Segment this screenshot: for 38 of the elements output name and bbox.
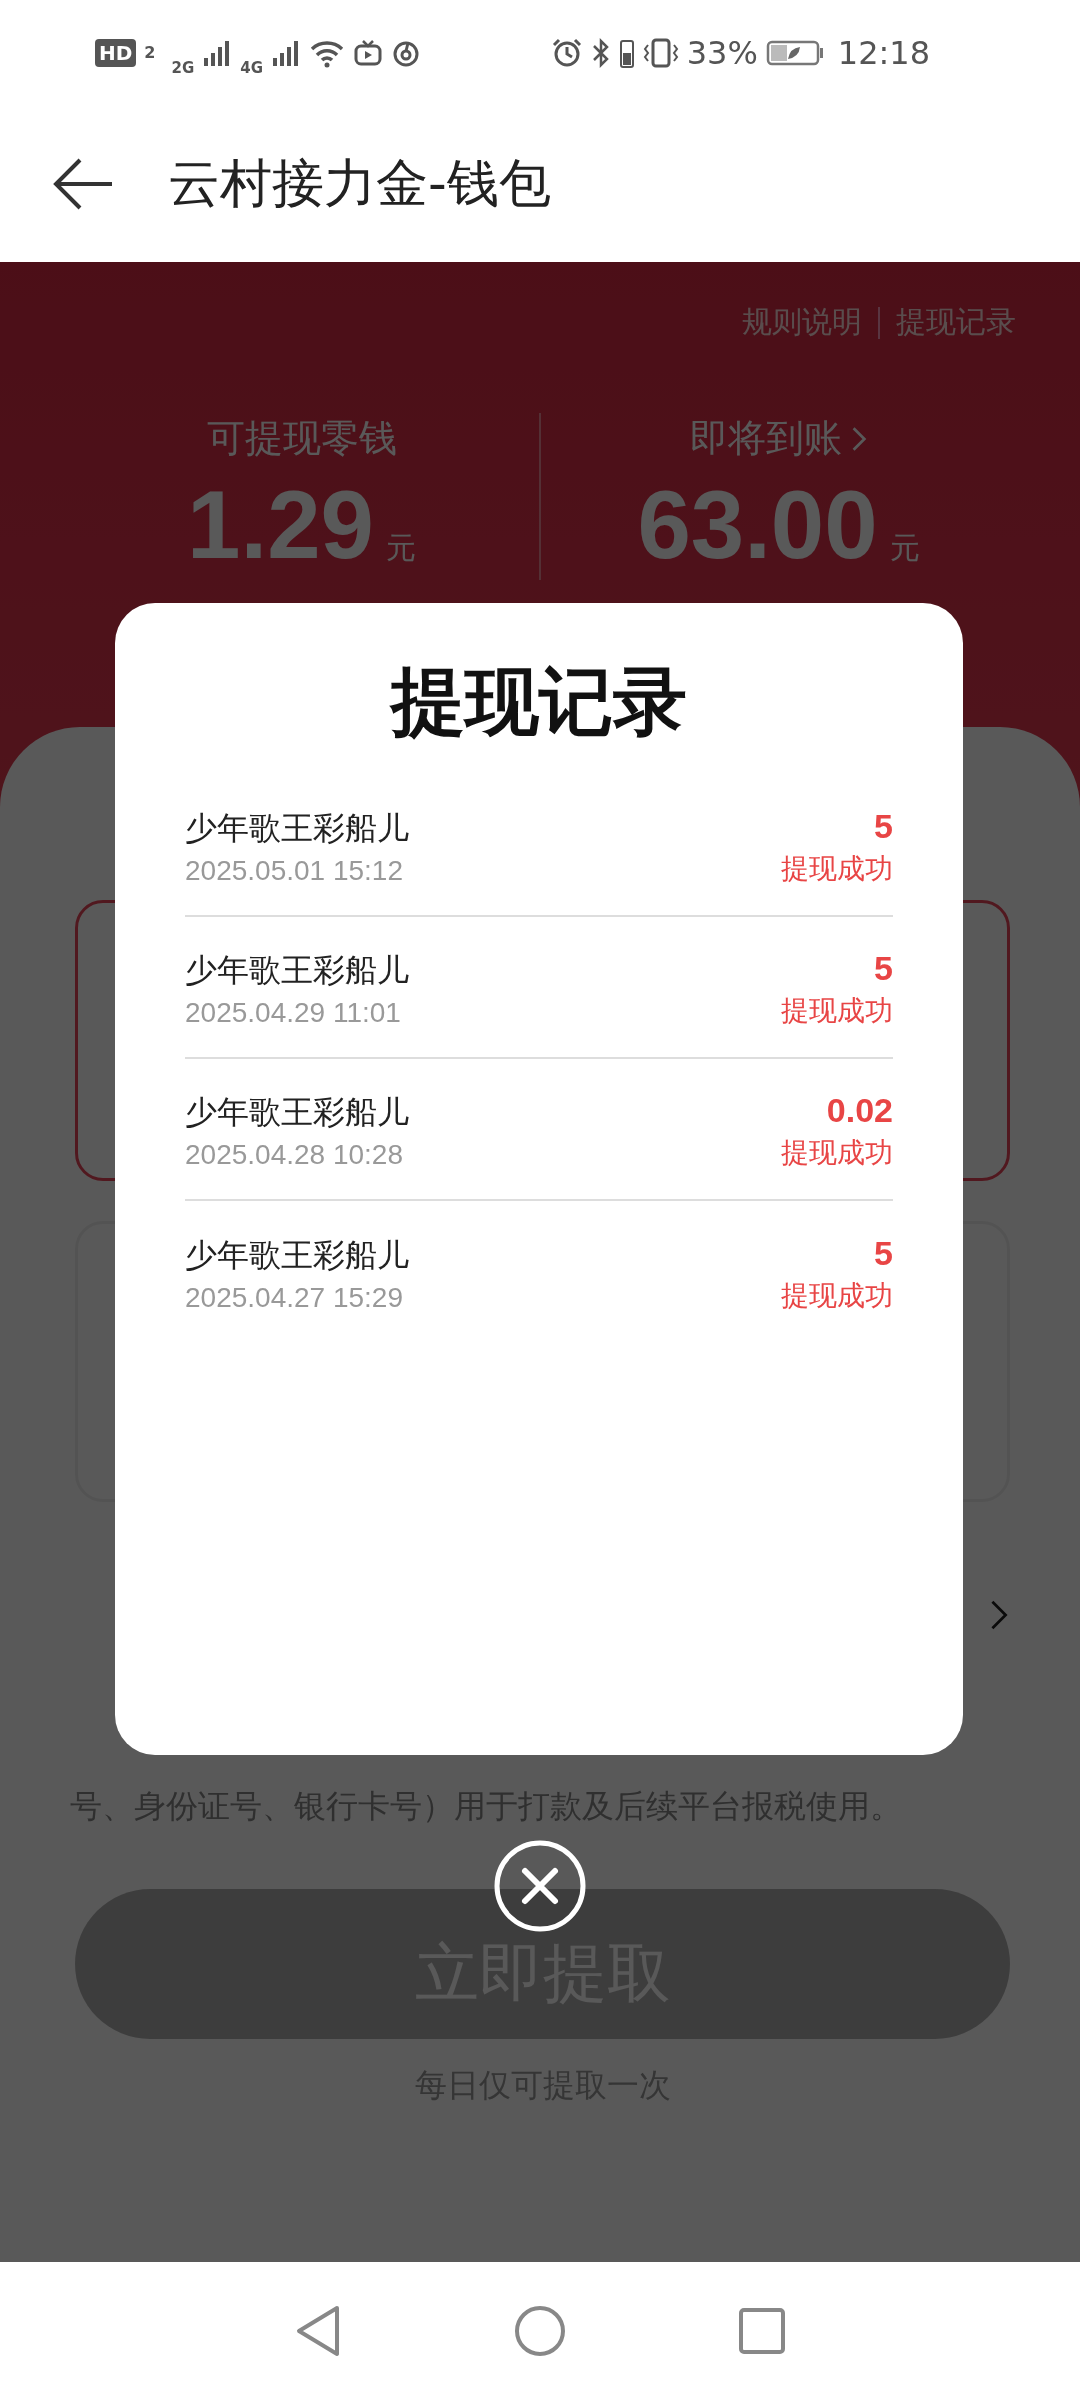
vibrate-icon — [642, 36, 679, 69]
hd-badge: HD — [95, 38, 137, 67]
record-name: 少年歌王彩船儿 — [185, 1235, 409, 1276]
record-time: 2025.04.28 10:28 — [185, 1139, 404, 1171]
record-time: 2025.05.01 15:12 — [185, 855, 404, 887]
record-status: 提现成功 — [781, 1277, 893, 1314]
alarm-icon — [550, 36, 583, 69]
record-time: 2025.04.27 15:29 — [185, 1282, 404, 1314]
network-label: 4G — [240, 58, 263, 77]
record-time: 2025.04.29 11:01 — [185, 997, 402, 1029]
page-title: 云村接力金-钱包 — [168, 151, 551, 215]
record-status: 提现成功 — [781, 1134, 893, 1171]
record-name: 少年歌王彩船儿 — [185, 1092, 409, 1133]
close-icon[interactable] — [494, 1840, 586, 1932]
record-name: 少年歌王彩船儿 — [185, 950, 409, 991]
balance-amount: 63.00 — [637, 470, 878, 580]
battery-percent: 33% — [686, 33, 758, 72]
recents-nav-icon[interactable] — [737, 2306, 787, 2356]
balance-label[interactable]: 即将到账 — [689, 413, 842, 464]
balance-amount: 1.29 — [187, 470, 374, 580]
tv-icon — [353, 37, 383, 68]
record-amount: 0.02 — [826, 1090, 893, 1130]
record-name: 少年歌王彩船儿 — [185, 808, 409, 849]
record-amount: 5 — [874, 806, 893, 846]
bluetooth-icon — [590, 36, 611, 69]
currency-unit: 元 — [889, 529, 920, 567]
record-status: 提现成功 — [781, 850, 893, 887]
network-label: 2G — [171, 58, 195, 77]
currency-unit: 元 — [385, 529, 416, 567]
record-amount: 5 — [874, 1233, 893, 1273]
record-status: 提现成功 — [781, 992, 893, 1029]
home-nav-icon[interactable] — [513, 2304, 567, 2358]
dialog-title: 提现记录 — [391, 657, 687, 746]
balance-label: 可提现零钱 — [206, 415, 397, 462]
battery-icon — [765, 38, 824, 67]
record-amount: 5 — [874, 948, 893, 988]
clock-time: 12:18 — [837, 33, 930, 72]
sim-label: 2 — [144, 43, 156, 62]
